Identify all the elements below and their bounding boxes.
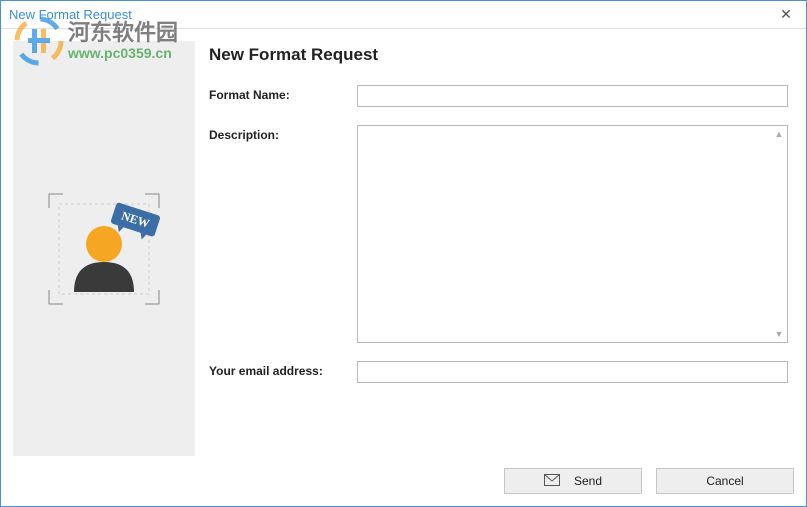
cancel-button-label: Cancel	[706, 474, 743, 488]
description-row: Description: ▲ ▼	[209, 125, 788, 343]
format-name-input[interactable]	[357, 85, 788, 107]
titlebar: New Format Request ✕	[1, 1, 806, 29]
dialog-window: New Format Request ✕	[0, 0, 807, 507]
format-name-label: Format Name:	[209, 85, 357, 107]
sidebar-panel: NEW	[13, 41, 195, 456]
new-user-illustration: NEW	[39, 184, 169, 314]
form-heading: New Format Request	[209, 45, 788, 65]
cancel-button[interactable]: Cancel	[656, 468, 794, 494]
description-input[interactable]	[358, 126, 771, 342]
main-area: NEW New Format Request Format Name:	[13, 41, 794, 456]
description-textarea-wrap: ▲ ▼	[357, 125, 788, 343]
content-area: NEW New Format Request Format Name:	[1, 29, 806, 506]
email-label: Your email address:	[209, 361, 357, 383]
form-area: New Format Request Format Name: Descript…	[209, 41, 794, 456]
window-title: New Format Request	[9, 7, 132, 22]
scroll-up-icon[interactable]: ▲	[773, 128, 785, 140]
envelope-icon	[544, 474, 560, 489]
send-button[interactable]: Send	[504, 468, 642, 494]
format-name-row: Format Name:	[209, 85, 788, 107]
close-icon: ✕	[780, 6, 792, 23]
button-bar: Send Cancel	[13, 456, 794, 494]
email-row: Your email address:	[209, 361, 788, 383]
send-button-label: Send	[574, 474, 602, 488]
description-label: Description:	[209, 125, 357, 343]
close-button[interactable]: ✕	[774, 5, 798, 25]
scroll-down-icon[interactable]: ▼	[773, 328, 785, 340]
email-input[interactable]	[357, 361, 788, 383]
